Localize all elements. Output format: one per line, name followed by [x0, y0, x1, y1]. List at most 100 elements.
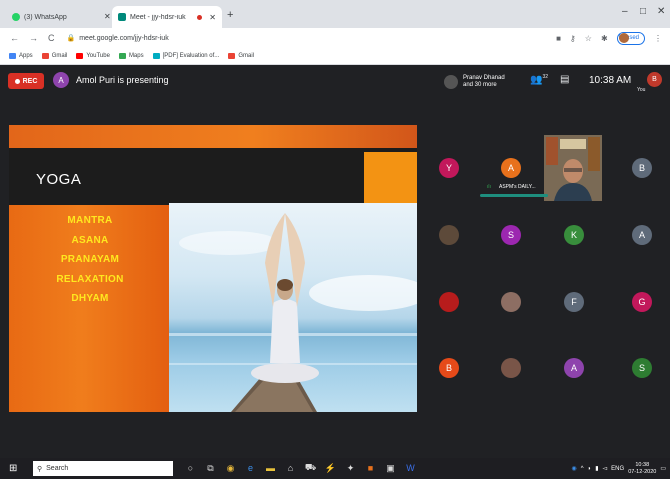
- people-icon[interactable]: 👥32: [530, 74, 548, 85]
- bookmark-pdf[interactable]: [PDF] Evaluation of...: [152, 53, 219, 59]
- star-icon[interactable]: ☆: [585, 34, 592, 43]
- app-tray-icon[interactable]: ◉: [572, 465, 577, 472]
- search-icon: ⚲: [37, 465, 43, 473]
- list-item: MANTRA: [67, 215, 113, 226]
- chat-icon[interactable]: ▤: [560, 74, 569, 85]
- meet-area: REC A Amol Puri is presenting Pranav Dha…: [0, 65, 670, 458]
- app-icon[interactable]: ■: [364, 461, 377, 475]
- key-icon[interactable]: ⚷: [570, 34, 576, 43]
- taskbar-time: 10:38: [635, 461, 650, 468]
- whatsapp-icon: [12, 13, 20, 21]
- browser-toolbar: ← → C 🔒 meet.google.com/jjy-hdsr-iuk ■ ⚷…: [0, 28, 670, 48]
- word-icon[interactable]: W: [404, 461, 417, 475]
- windows-start-icon[interactable]: ⊞: [9, 463, 17, 474]
- store-icon[interactable]: ⌂: [284, 461, 297, 475]
- bookmark-gmail-2[interactable]: Gmail: [228, 53, 254, 59]
- profile-button[interactable]: Paused: [616, 31, 645, 45]
- gmail-icon: [41, 53, 49, 59]
- participant-avatar[interactable]: F: [564, 292, 584, 312]
- presentation-slide: YOGA MANTRA ASANA PRANAYAM RELAXATION DH…: [9, 125, 417, 412]
- list-item: DHYAM: [71, 293, 109, 304]
- participant-avatar[interactable]: S: [501, 225, 521, 245]
- task-view-icon[interactable]: ⧉: [204, 461, 217, 475]
- participant-avatar[interactable]: S: [632, 358, 652, 378]
- new-tab-button[interactable]: +: [227, 9, 233, 21]
- address-bar[interactable]: meet.google.com/jjy-hdsr-iuk: [79, 35, 168, 42]
- record-dot-icon: [14, 78, 20, 84]
- video-tile-aspm[interactable]: [544, 135, 602, 201]
- close-window-icon[interactable]: ✕: [657, 6, 665, 17]
- tab-meet[interactable]: Meet - jjy-hdsr-iuk ✕: [112, 6, 222, 28]
- participant-avatar[interactable]: K: [564, 225, 584, 245]
- gmail-icon: [228, 53, 236, 59]
- presenting-text: Amol Puri is presenting: [76, 75, 169, 85]
- maps-icon: [118, 53, 126, 59]
- slide-list: MANTRA ASANA PRANAYAM RELAXATION DHYAM: [9, 211, 171, 309]
- participant-photo-avatar[interactable]: [501, 292, 521, 312]
- network-icon[interactable]: ◗: [588, 466, 592, 472]
- lock-icon[interactable]: 🔒: [67, 34, 76, 42]
- bookmark-label: YouTube: [86, 53, 110, 59]
- participant-photo-avatar[interactable]: [439, 292, 459, 312]
- participant-avatar[interactable]: A: [564, 358, 584, 378]
- notifications-icon[interactable]: ▭: [660, 465, 666, 472]
- bookmark-gmail[interactable]: Gmail: [41, 53, 67, 59]
- forward-icon[interactable]: →: [29, 33, 38, 43]
- bookmarks-bar: Apps Gmail YouTube Maps [PDF] Evaluation…: [0, 48, 670, 65]
- menu-icon[interactable]: ⋮: [654, 34, 662, 43]
- bookmark-label: Apps: [19, 53, 33, 59]
- back-icon[interactable]: ←: [10, 33, 19, 43]
- cortana-icon[interactable]: ○: [184, 461, 197, 475]
- edge-icon[interactable]: e: [244, 461, 257, 475]
- rec-label: REC: [22, 77, 38, 85]
- pdf-icon: [152, 53, 160, 59]
- chrome-icon[interactable]: ◉: [224, 461, 237, 475]
- list-item: ASANA: [71, 234, 109, 246]
- chevron-up-icon[interactable]: ^: [581, 466, 584, 472]
- participants-summary[interactable]: Pranav Dhanad and 30 more: [444, 70, 514, 94]
- maximize-icon[interactable]: □: [640, 6, 646, 17]
- participant-avatar[interactable]: A: [632, 225, 652, 245]
- list-item: RELAXATION: [56, 273, 124, 285]
- taskbar-search[interactable]: ⚲ Search: [33, 461, 173, 476]
- yoga-illustration: [169, 213, 417, 412]
- tab-label: Meet - jjy-hdsr-iuk: [130, 13, 186, 21]
- bookmark-youtube[interactable]: YouTube: [76, 53, 110, 59]
- participant-photo-avatar[interactable]: [501, 358, 521, 378]
- volume-icon[interactable]: ◅: [603, 465, 608, 472]
- browser-tab-bar: (3) WhatsApp ✕ Meet - jjy-hdsr-iuk ✕ + –…: [0, 0, 670, 28]
- recording-dot-icon: [197, 14, 203, 20]
- video-tile-label: ASPM's DAILY...: [499, 184, 536, 190]
- slide-title: YOGA: [36, 171, 82, 188]
- extensions-icon[interactable]: ✱: [601, 34, 608, 43]
- participant-avatar[interactable]: A: [501, 158, 521, 178]
- participant-photo-avatar[interactable]: [439, 225, 459, 245]
- speaking-indicator: [480, 194, 548, 197]
- summary-line-2: and 30 more: [463, 82, 497, 88]
- reload-icon[interactable]: C: [48, 33, 55, 43]
- app-icon[interactable]: ⚡: [324, 461, 337, 475]
- battery-icon[interactable]: ▮: [595, 465, 598, 472]
- language-indicator[interactable]: ENG: [611, 466, 624, 472]
- participant-avatar[interactable]: Y: [439, 158, 459, 178]
- participant-avatar[interactable]: B: [439, 358, 459, 378]
- taskbar-date: 07-12-2020: [628, 468, 657, 475]
- file-explorer-icon[interactable]: ▬: [264, 461, 277, 475]
- app-icon[interactable]: ⛟: [304, 461, 317, 475]
- camera-icon[interactable]: ■: [556, 34, 561, 43]
- participant-avatar[interactable]: B: [632, 158, 652, 178]
- minimize-icon[interactable]: –: [622, 6, 628, 17]
- bookmark-apps[interactable]: Apps: [9, 53, 33, 59]
- apps-icon: [9, 53, 16, 59]
- taskbar-clock[interactable]: 10:38 07-12-2020: [628, 462, 656, 476]
- bookmark-maps[interactable]: Maps: [118, 53, 144, 59]
- app-icon[interactable]: ▣: [384, 461, 397, 475]
- close-icon[interactable]: ✕: [104, 12, 111, 21]
- self-avatar[interactable]: B: [647, 72, 662, 87]
- participant-count: 32: [542, 74, 549, 80]
- participant-avatar[interactable]: G: [632, 292, 652, 312]
- meet-top-bar: REC A Amol Puri is presenting Pranav Dha…: [0, 65, 670, 101]
- close-icon[interactable]: ✕: [209, 13, 216, 22]
- app-icon[interactable]: ✦: [344, 461, 357, 475]
- windows-taskbar: ⊞ ⚲ Search ○ ⧉ ◉ e ▬ ⌂ ⛟ ⚡ ✦ ■ ▣ W ◉ ^ ◗…: [0, 458, 670, 479]
